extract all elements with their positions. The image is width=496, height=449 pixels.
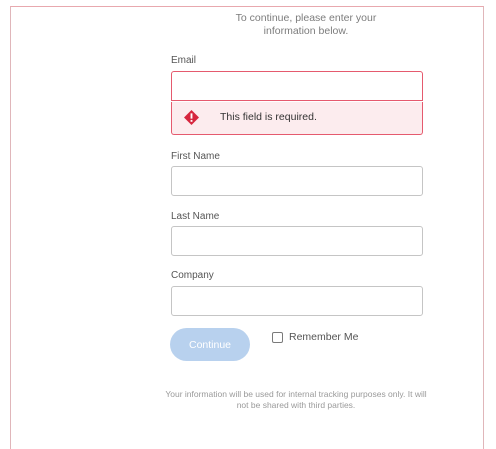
warning-diamond-icon bbox=[184, 110, 199, 125]
remember-me-label[interactable]: Remember Me bbox=[289, 331, 358, 343]
email-error-message: This field is required. bbox=[171, 102, 423, 135]
first-name-field[interactable] bbox=[171, 166, 423, 196]
first-name-label: First Name bbox=[171, 151, 220, 162]
form-card: To continue, please enter your informati… bbox=[10, 6, 484, 449]
company-field[interactable] bbox=[171, 286, 423, 316]
last-name-label: Last Name bbox=[171, 211, 220, 222]
last-name-field[interactable] bbox=[171, 226, 423, 256]
remember-me-option[interactable]: Remember Me bbox=[272, 330, 358, 344]
email-field[interactable] bbox=[171, 71, 423, 101]
error-text: This field is required. bbox=[220, 111, 317, 123]
remember-me-checkbox[interactable] bbox=[272, 331, 283, 343]
company-label: Company bbox=[171, 270, 214, 281]
email-label: Email bbox=[171, 55, 197, 66]
continue-button[interactable]: Continue bbox=[170, 328, 250, 361]
privacy-note: Your information will be used for intern… bbox=[165, 389, 427, 410]
intro-text: To continue, please enter your informati… bbox=[235, 12, 377, 37]
